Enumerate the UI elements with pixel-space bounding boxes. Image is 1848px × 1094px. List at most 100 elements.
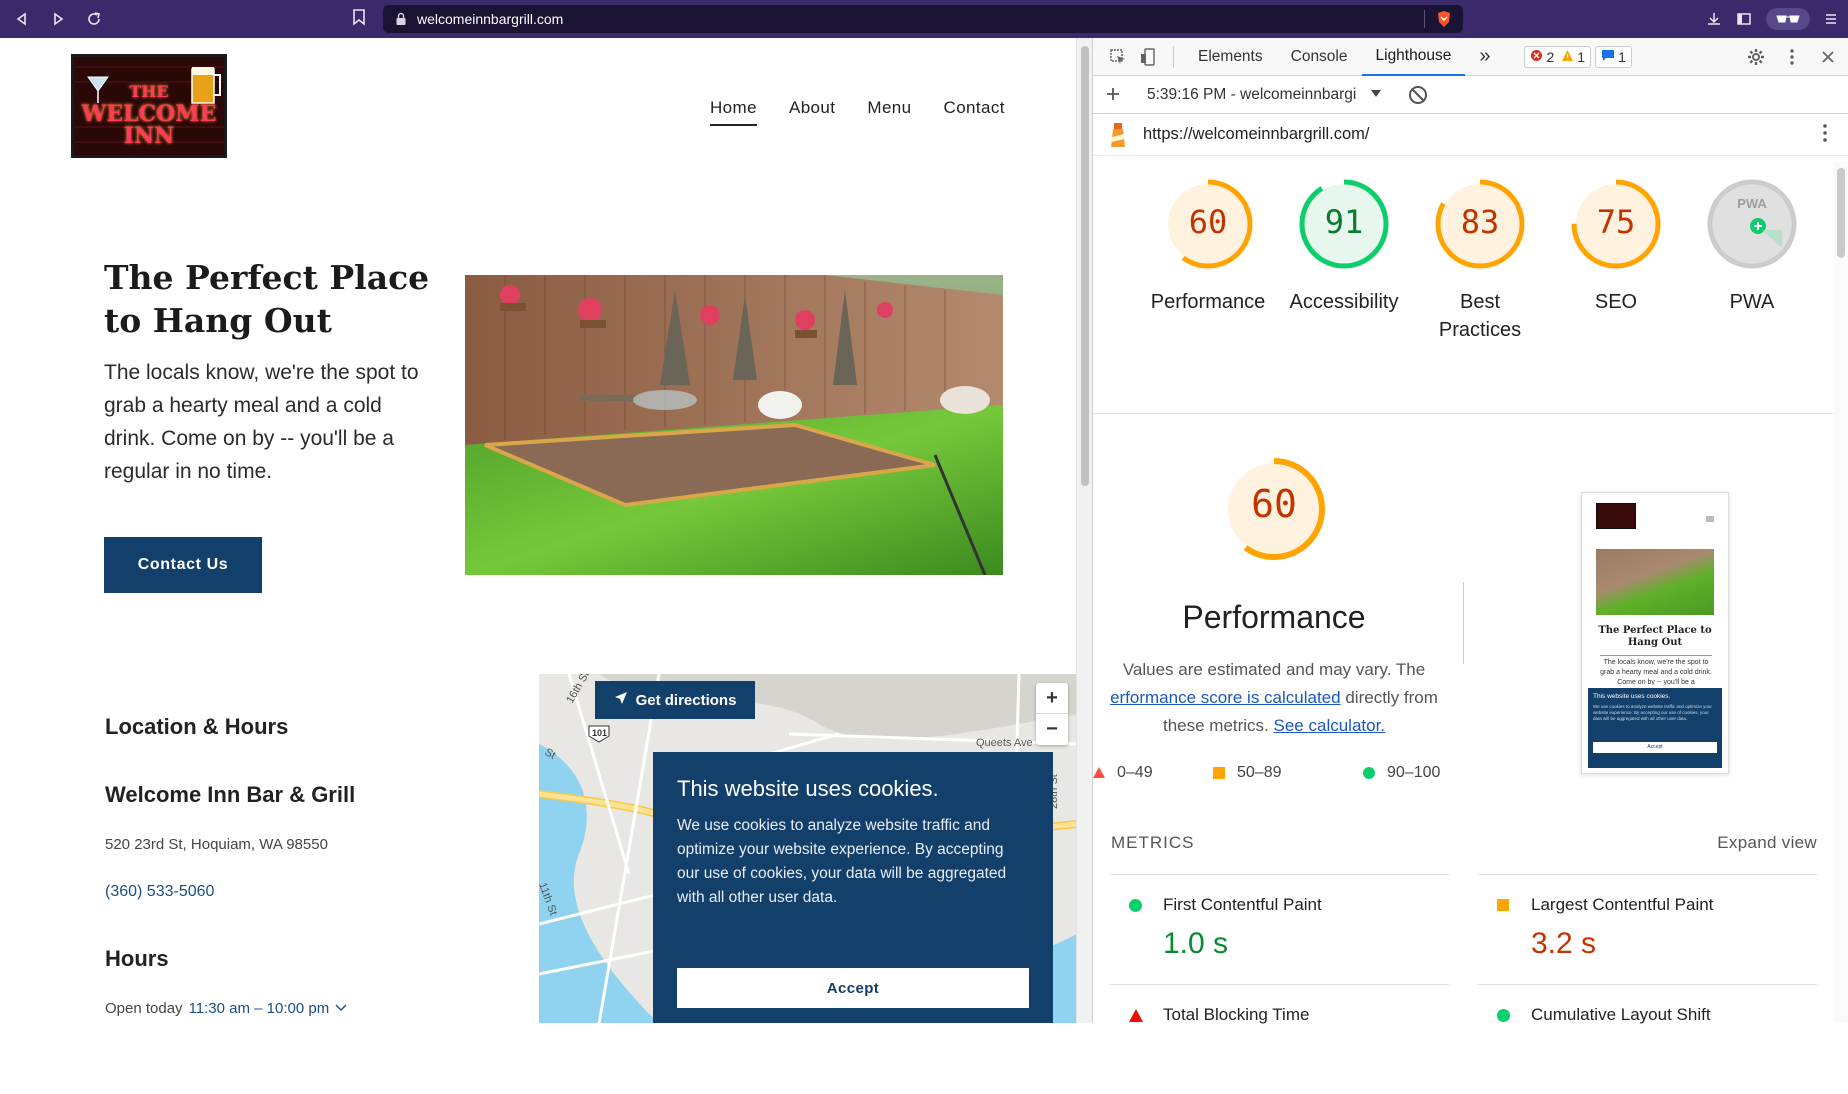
close-devtools-icon[interactable] — [1813, 42, 1843, 72]
orange-square-icon — [1213, 767, 1225, 779]
inspect-element-icon[interactable] — [1103, 42, 1133, 72]
score-calculated-link[interactable]: erformance score is calculated — [1110, 688, 1341, 707]
legend-fail: 0–49 — [1093, 764, 1213, 782]
back-icon[interactable] — [8, 5, 36, 33]
metric-name: Largest Contentful Paint — [1531, 895, 1714, 914]
hero-text: The locals know, we're the spot to grab … — [104, 361, 419, 483]
open-today-label: Open today — [105, 1000, 183, 1017]
more-tabs-icon[interactable]: » — [1465, 38, 1504, 76]
score-gauges: 60 Performance 91 Accessibility 83 Best Practi… — [1093, 156, 1833, 414]
hero-title: The Perfect Place to Hang Out — [104, 258, 430, 340]
tab-console[interactable]: Console — [1277, 38, 1362, 76]
gauge-best-practices[interactable]: 83 Best Practices — [1415, 176, 1545, 344]
vpn-glasses-icon[interactable] — [1766, 8, 1810, 30]
site-scrollbar[interactable] — [1076, 38, 1092, 1023]
expand-view-button[interactable]: Expand view — [1717, 833, 1817, 853]
settings-gear-icon[interactable] — [1741, 42, 1771, 72]
bookmark-icon[interactable] — [352, 8, 372, 30]
thumb-accept: Accept — [1593, 742, 1717, 753]
final-screenshot-thumbnail[interactable]: The Perfect Place to Hang Out The locals… — [1581, 492, 1729, 774]
logo-line3: INN — [123, 123, 175, 149]
new-report-icon[interactable] — [1093, 82, 1133, 108]
metrics-header: METRICS Expand view — [1111, 833, 1817, 853]
cookie-text: We use cookies to analyze website traffi… — [677, 817, 1007, 906]
performance-big-score: 60 — [1251, 482, 1297, 526]
perf-desc-text1: Values are estimated and may vary. The — [1122, 660, 1426, 679]
svg-text:PWA: PWA — [1737, 196, 1767, 211]
hours-title: Hours — [105, 946, 169, 971]
nav-menu[interactable]: Menu — [867, 98, 911, 126]
report-options-icon[interactable] — [1823, 124, 1827, 148]
more-options-icon[interactable] — [1777, 42, 1807, 72]
business-address: 520 23rd St, Hoquiam, WA 98550 — [105, 836, 328, 853]
thumb-cookie: This website uses cookies. We use cookie… — [1588, 688, 1722, 768]
errors-count: 2 — [1546, 48, 1555, 65]
address-separator — [1424, 10, 1425, 28]
accept-cookies-button[interactable]: Accept — [677, 968, 1029, 1008]
report-select[interactable]: 5:39:16 PM - welcomeinnbargi — [1147, 86, 1367, 104]
messages-badge[interactable]: 1 — [1595, 45, 1632, 68]
score-legend: 0–49 50–89 90–100 — [1093, 764, 1473, 782]
lighthouse-logo-icon — [1107, 121, 1129, 149]
open-today-line[interactable]: Open today 11:30 am – 10:00 pm — [105, 1000, 347, 1017]
performance-section: 60 Performance Values are estimated and … — [1093, 414, 1833, 824]
devtools-scrollbar-thumb[interactable] — [1837, 168, 1845, 258]
nav-about[interactable]: About — [789, 98, 835, 126]
open-today-time: 11:30 am – 10:00 pm — [188, 1000, 330, 1017]
site-logo[interactable]: THE WELCOME INN — [71, 54, 227, 158]
tab-lighthouse[interactable]: Lighthouse — [1361, 38, 1466, 76]
device-toolbar-icon[interactable] — [1133, 42, 1163, 72]
map-zoom-control: + − — [1036, 683, 1068, 745]
legend-pass-label: 90–100 — [1387, 764, 1441, 781]
contact-us-button[interactable]: Contact Us — [104, 537, 262, 593]
performance-divider — [1463, 582, 1464, 664]
address-bar[interactable]: welcomeinnbargrill.com — [383, 5, 1463, 33]
get-directions-button[interactable]: Get directions — [595, 681, 755, 719]
browser-toolbar: welcomeinnbargrill.com — [0, 0, 1848, 38]
business-phone-link[interactable]: (360) 533-5060 — [105, 883, 214, 901]
performance-big-gauge[interactable]: 60 — [1219, 454, 1329, 564]
sidebar-icon[interactable] — [1736, 11, 1752, 27]
metric-name: Cumulative Layout Shift — [1531, 1005, 1711, 1024]
tab-elements[interactable]: Elements — [1184, 38, 1277, 76]
thumb-cookie-text: We use cookies to analyze website traffi… — [1593, 704, 1712, 721]
metric-value: 1.0 s — [1163, 927, 1229, 960]
nav-home[interactable]: Home — [710, 98, 757, 126]
lighthouse-toolbar: 5:39:16 PM - welcomeinnbargi — [1093, 76, 1848, 114]
errors-badge[interactable]: 2 1 — [1524, 45, 1592, 68]
download-icon[interactable] — [1706, 11, 1722, 27]
report-url: https://welcomeinnbargrill.com/ — [1143, 125, 1370, 143]
lock-icon — [395, 12, 409, 26]
chevron-down-icon[interactable] — [335, 1003, 347, 1017]
navigation-arrow-icon — [614, 691, 628, 709]
thumb-text: The locals know, we're the spot to grab … — [1600, 655, 1712, 685]
clear-reports-icon[interactable] — [1409, 85, 1427, 104]
location-hours-title: Location & Hours — [105, 714, 289, 739]
error-icon — [1530, 49, 1543, 65]
reload-icon[interactable] — [80, 5, 108, 33]
metric-name: Total Blocking Time — [1163, 1005, 1310, 1024]
zoom-out-button[interactable]: − — [1036, 714, 1068, 745]
report-select-caret-icon[interactable] — [1371, 89, 1381, 101]
logo-line1: THE — [129, 82, 169, 101]
gauge-seo[interactable]: 75 SEO — [1551, 176, 1681, 316]
gauge-performance[interactable]: 60 Performance — [1143, 176, 1273, 316]
thumb-menu-icon — [1706, 509, 1714, 527]
menu-icon[interactable] — [1824, 12, 1838, 26]
devtools-scrollbar[interactable] — [1834, 162, 1848, 1023]
metric-indicator-icon — [1497, 899, 1510, 912]
metric-indicator-icon — [1129, 1009, 1143, 1022]
gauge-pwa[interactable]: PWA PWA — [1687, 176, 1817, 316]
thumb-photo — [1596, 549, 1714, 615]
site-scrollbar-thumb[interactable] — [1081, 46, 1089, 486]
forward-icon[interactable] — [44, 5, 72, 33]
thumb-logo — [1596, 503, 1636, 529]
gauge-label: PWA — [1729, 291, 1775, 313]
nav-contact[interactable]: Contact — [944, 98, 1005, 126]
brave-shield-icon[interactable] — [1435, 10, 1453, 28]
zoom-in-button[interactable]: + — [1036, 683, 1068, 714]
gauge-accessibility[interactable]: 91 Accessibility — [1279, 176, 1409, 316]
highway-101-label: 101 — [592, 728, 607, 738]
legend-fail-label: 0–49 — [1117, 764, 1153, 781]
see-calculator-link[interactable]: See calculator. — [1274, 716, 1386, 735]
